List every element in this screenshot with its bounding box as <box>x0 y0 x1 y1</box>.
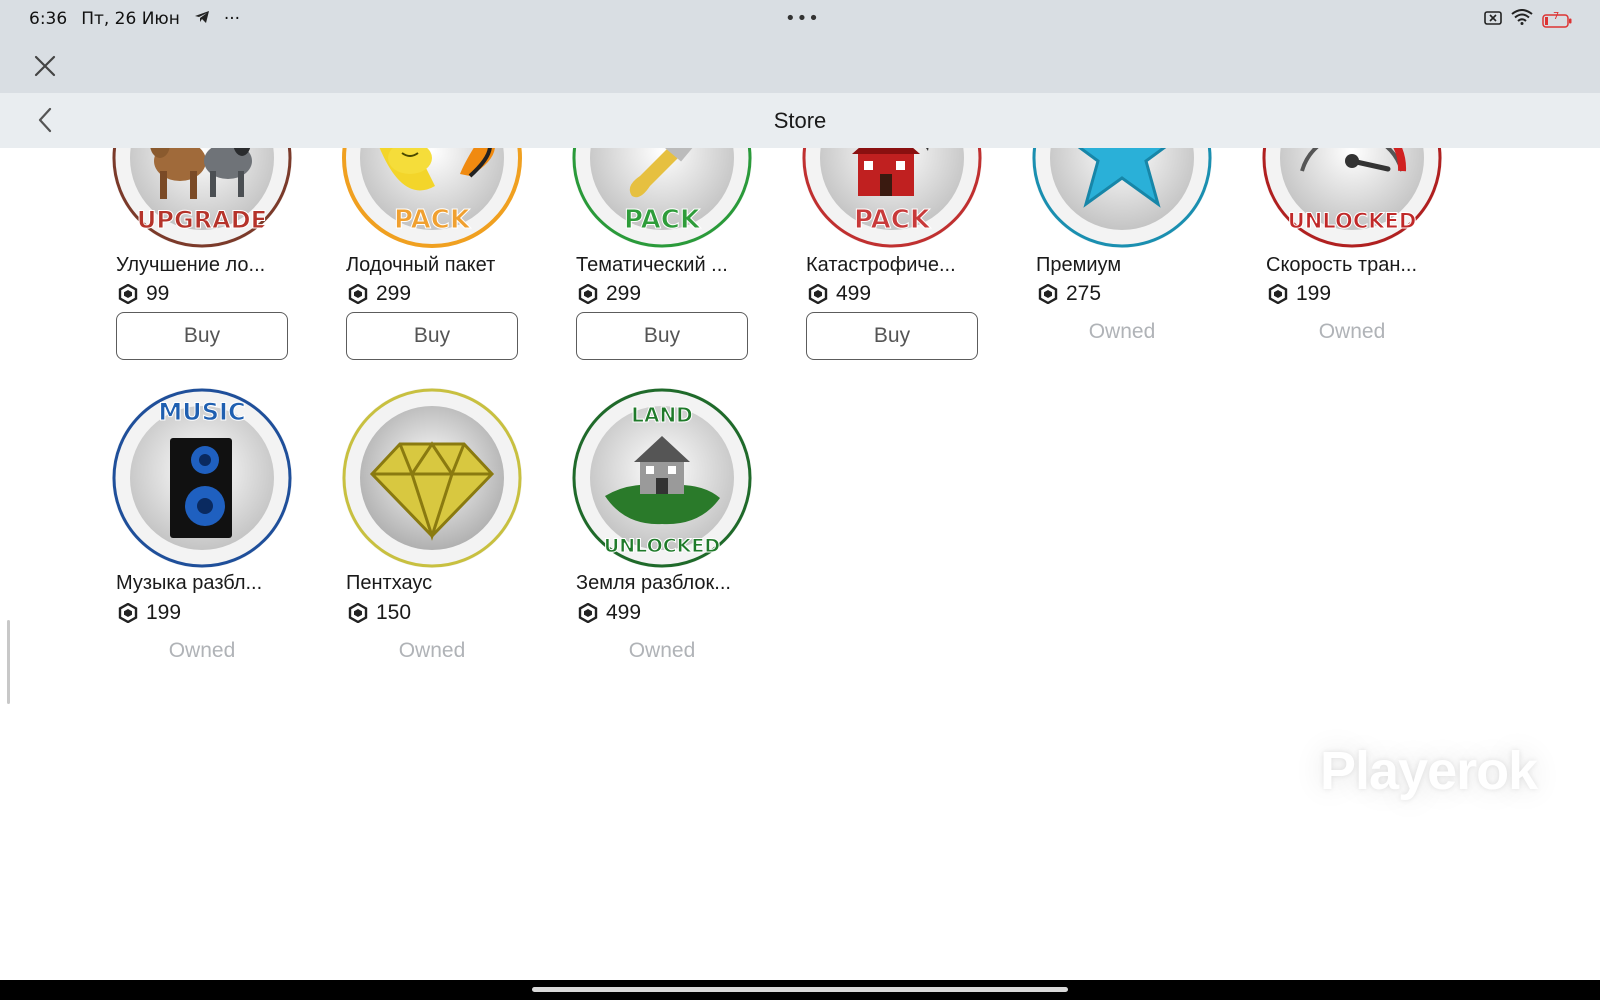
item-badge-image <box>1030 148 1214 250</box>
item-price: 275 <box>1038 282 1101 306</box>
item-price-value: 150 <box>376 601 412 624</box>
status-center-dots: ••• <box>785 8 820 29</box>
battery-icon: 7 <box>1542 10 1572 28</box>
buy-button[interactable]: Buy <box>116 312 288 360</box>
item-badge-image: PACK <box>340 148 524 250</box>
chevron-left-icon <box>38 107 52 133</box>
status-date: Пт, 26 Июн <box>81 8 180 29</box>
item-name: Катастрофиче... <box>806 254 956 276</box>
watermark: Playerok <box>1320 741 1538 801</box>
status-time: 6:36 <box>29 8 68 29</box>
svg-text:PACK: PACK <box>854 205 931 235</box>
item-price: 199 <box>1268 282 1331 306</box>
item-name: Скорость тран... <box>1266 254 1418 276</box>
robux-icon <box>348 603 368 623</box>
svg-text:PACK: PACK <box>624 205 701 235</box>
robux-icon <box>578 603 598 623</box>
item-price: 199 <box>118 601 181 625</box>
svg-text:LAND: LAND <box>631 403 693 427</box>
page-title: Store <box>773 107 827 133</box>
robux-icon <box>118 284 138 304</box>
owned-label: Owned <box>398 639 466 662</box>
svg-text:UNLOCKED: UNLOCKED <box>604 535 720 557</box>
item-name: Тематический ... <box>576 254 728 276</box>
item-price-value: 99 <box>146 282 170 305</box>
wifi-icon <box>1511 9 1533 30</box>
buy-button[interactable]: Buy <box>806 312 978 360</box>
item-price: 299 <box>348 282 411 306</box>
close-icon <box>34 55 56 77</box>
item-price: 499 <box>578 601 641 625</box>
sim-off-icon <box>1484 10 1502 30</box>
robux-icon <box>348 284 368 304</box>
owned-label: Owned <box>1088 320 1156 343</box>
item-price: 99 <box>118 282 169 306</box>
item-price: 499 <box>808 282 871 306</box>
item-name: Земля разблок... <box>576 572 731 594</box>
back-button[interactable] <box>30 105 60 135</box>
buy-button[interactable]: Buy <box>346 312 518 360</box>
status-right: 7 <box>1484 9 1572 30</box>
item-price: 150 <box>348 601 411 625</box>
item-price-value: 199 <box>1296 282 1332 305</box>
item-price-value: 299 <box>606 282 642 305</box>
svg-text:UNLOCKED: UNLOCKED <box>1288 209 1417 233</box>
battery-level: 7 <box>1553 10 1560 22</box>
telegram-icon <box>194 9 210 29</box>
owned-label: Owned <box>168 639 236 662</box>
robux-icon <box>118 603 138 623</box>
owned-label: Owned <box>1318 320 1386 343</box>
svg-text:UPGRADE: UPGRADE <box>137 206 267 234</box>
item-price: 299 <box>578 282 641 306</box>
item-badge-image: UNLOCKED <box>1260 148 1444 250</box>
home-indicator[interactable] <box>532 987 1068 992</box>
item-price-value: 499 <box>836 282 872 305</box>
item-name: Пентхаус <box>346 572 433 594</box>
svg-text:MUSIC: MUSIC <box>158 398 245 426</box>
status-left: 6:36 Пт, 26 Июн ··· <box>29 9 240 29</box>
item-name: Музыка разбл... <box>116 572 263 594</box>
gesture-bar <box>0 980 1600 1000</box>
webview-close-bar <box>0 37 1600 93</box>
robux-icon <box>578 284 598 304</box>
robux-icon <box>808 284 828 304</box>
svg-text:PACK: PACK <box>394 205 471 235</box>
item-badge-image: UPGRADE <box>110 148 294 250</box>
navigation-header: Store <box>0 93 1600 148</box>
close-button[interactable] <box>30 51 60 81</box>
scroll-indicator[interactable] <box>7 620 10 704</box>
item-badge-image: MUSIC <box>110 386 294 570</box>
item-price-value: 275 <box>1066 282 1102 305</box>
item-name: Лодочный пакет <box>346 254 496 276</box>
robux-icon <box>1038 284 1058 304</box>
owned-label: Owned <box>628 639 696 662</box>
buy-button[interactable]: Buy <box>576 312 748 360</box>
system-status-bar: 6:36 Пт, 26 Июн ··· ••• 7 <box>0 0 1600 37</box>
item-price-value: 199 <box>146 601 182 624</box>
store-grid: UPGRADE Улучшение ло... 99 Buy PACK Лодо… <box>0 148 1600 980</box>
item-price-value: 299 <box>376 282 412 305</box>
robux-icon <box>1268 284 1288 304</box>
item-name: Улучшение ло... <box>116 254 266 276</box>
item-name: Премиум <box>1036 254 1122 276</box>
item-price-value: 499 <box>606 601 642 624</box>
status-overflow: ··· <box>223 8 241 29</box>
item-badge-image: LAND UNLOCKED <box>570 386 754 570</box>
item-badge-image: PACK <box>570 148 754 250</box>
item-badge-image <box>340 386 524 570</box>
item-badge-image: PACK <box>800 148 984 250</box>
